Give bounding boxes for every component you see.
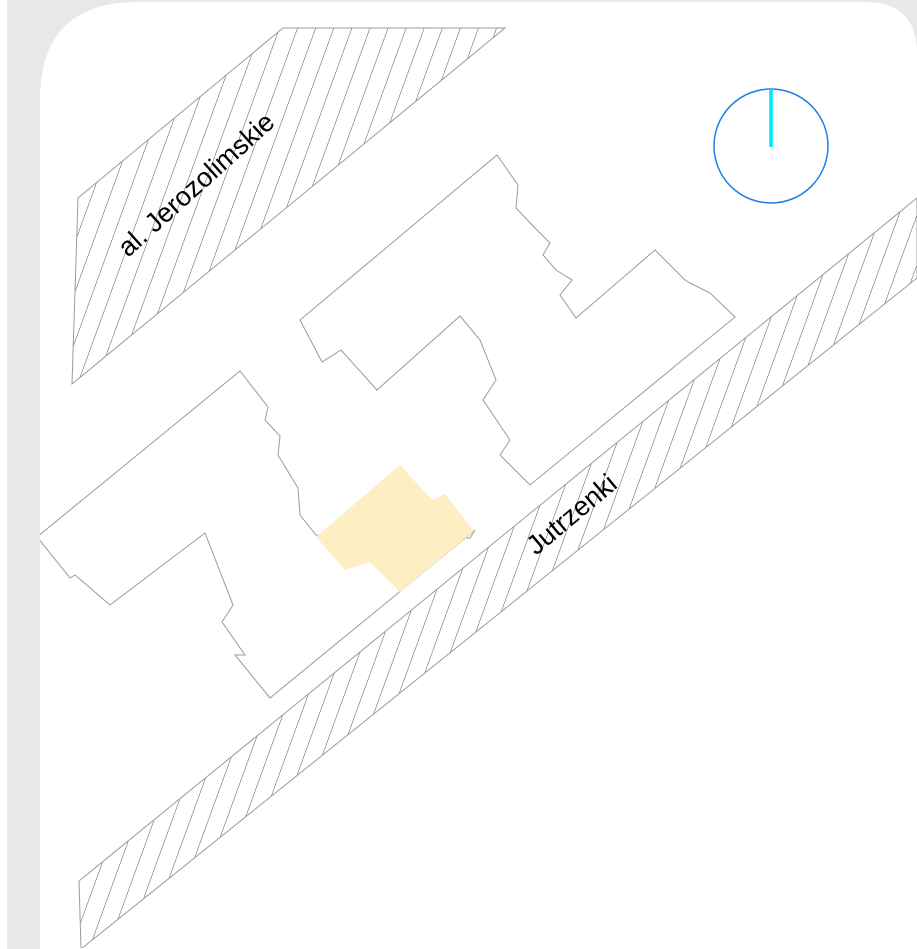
map-stage: al. Jerozolimskie Jutrzenki <box>0 0 917 949</box>
site-plan-map: al. Jerozolimskie Jutrzenki <box>0 0 917 949</box>
left-edge-strip <box>0 0 7 949</box>
